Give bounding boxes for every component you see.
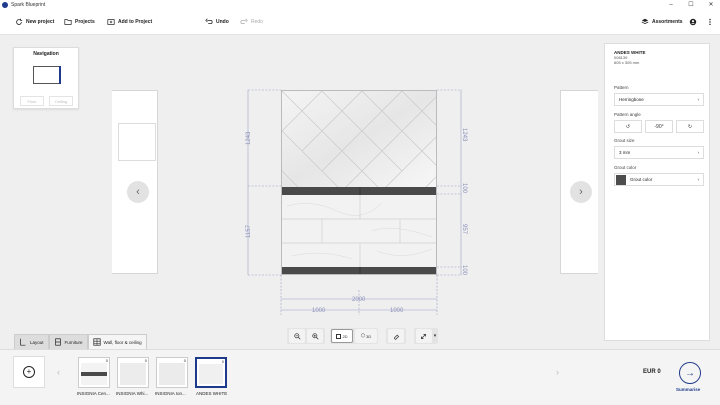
zoom-out-icon [293, 332, 301, 340]
resize-control: ▾ [414, 328, 438, 344]
pattern-select[interactable]: Herringbone › [614, 93, 704, 106]
chevron-right-icon: › [697, 177, 700, 182]
plus-circle-icon: + [23, 366, 35, 378]
summarise-label: Summarise [676, 387, 701, 392]
product-thumbnail-selected[interactable]: 0 [195, 357, 227, 388]
rotate-cw-icon: ↻ [687, 123, 693, 130]
wall-elevation[interactable] [281, 90, 437, 275]
zoom-out-button[interactable] [289, 329, 305, 343]
grid-icon [92, 338, 101, 346]
tab-layout[interactable]: Layout [14, 334, 49, 349]
tab-layout-label: Layout [30, 339, 44, 345]
grout-color-section: Grout color Grout color › [614, 165, 704, 186]
dim-right-band2: 100 [461, 265, 467, 276]
diagonal-arrows-icon [421, 333, 427, 339]
grout-size-label: Grout size [614, 138, 635, 143]
tray-scroll-left-icon[interactable]: ‹ [57, 367, 60, 377]
thumbnail-label: INSIGNIA Ion... [155, 391, 186, 396]
chevron-right-icon: › [697, 97, 700, 102]
dim-left-upper: 1243 [246, 131, 252, 145]
grout-size-section: Grout size 3 mm › [614, 138, 704, 159]
dim-total-width: 2000 [352, 297, 366, 303]
dim-right-band1: 100 [461, 183, 467, 194]
grout-color-label: Grout color [614, 165, 637, 170]
pattern-section: Pattern Herringbone › [614, 85, 704, 106]
add-product-button[interactable]: + [13, 356, 45, 388]
dim-right-mid: 957 [461, 224, 467, 235]
rotate-ccw-icon: ↺ [625, 123, 631, 130]
angle-value: -90° [645, 120, 673, 133]
caret-down-icon[interactable]: ▾ [434, 333, 437, 339]
tab-wall-floor-ceiling[interactable]: Wall, floor & ceiling [87, 334, 147, 349]
thumbnail-label: INSIGNIA Cen... [77, 391, 110, 396]
eraser-icon [393, 334, 399, 340]
mode-tabs: Layout Furniture Wall, floor & ceiling [14, 334, 147, 349]
resize-button[interactable] [415, 329, 432, 343]
total-price: EUR 0 [643, 369, 661, 375]
product-size: 605 x 305 mm [614, 60, 640, 65]
grout-color-select[interactable]: Grout color › [614, 173, 704, 186]
border-band-lower [282, 267, 436, 274]
summarise-button[interactable]: → [679, 362, 701, 384]
tile-layout [282, 91, 436, 274]
tray-scroll-right-icon[interactable]: › [556, 367, 559, 377]
thumbnail-preview [159, 363, 185, 385]
thumbnail-preview [81, 363, 107, 385]
pattern-label: Pattern [614, 85, 629, 90]
pattern-angle-section: Pattern angle ↺ -90° ↻ [614, 112, 704, 133]
dim-half-right: 1000 [390, 308, 404, 314]
dim-left-lower: 1157 [246, 224, 252, 238]
view-2d-label: 2D [342, 333, 348, 339]
view-3d-label: 3D [366, 333, 372, 339]
grout-size-select[interactable]: 3 mm › [614, 146, 704, 159]
tab-wall-label: Wall, floor & ceiling [103, 339, 142, 345]
product-info: ANDES WHITE 008139 605 x 305 mm [614, 50, 704, 65]
eraser-button[interactable] [388, 329, 404, 343]
properties-panel: ANDES WHITE 008139 605 x 305 mm Pattern … [604, 43, 710, 341]
layout-icon [20, 338, 26, 346]
zoom-in-icon [311, 332, 319, 340]
square-icon [336, 333, 342, 339]
view-3d-button[interactable]: ⬡ 3D [355, 329, 377, 343]
pattern-angle-label: Pattern angle [614, 112, 641, 117]
rotate-left-button[interactable]: ↺ [614, 120, 642, 133]
thumbnail-preview [199, 364, 223, 384]
grout-size-value: 3 mm [619, 150, 631, 155]
chevron-right-icon: › [697, 150, 700, 155]
eraser-control [386, 328, 406, 344]
zoom-controls [287, 328, 325, 344]
cube-icon: ⬡ [360, 333, 366, 339]
pattern-value: Herringbone [619, 97, 644, 102]
tab-furniture[interactable]: Furniture [48, 334, 88, 349]
thumbnail-preview [120, 363, 146, 385]
thumbnail-label: ANDES WHITE [196, 391, 228, 396]
arrow-right-icon: → [685, 367, 695, 379]
tab-furniture-label: Furniture [64, 339, 83, 345]
rectangular-tiles [282, 195, 436, 267]
dim-right-upper: 1243 [461, 128, 467, 142]
rotate-right-button[interactable]: ↻ [676, 120, 704, 133]
view-2d-button[interactable]: 2D [331, 329, 353, 343]
border-band-upper [282, 187, 436, 195]
thumbnail-label: INSIGNIA Whi... [116, 391, 149, 396]
product-thumbnail[interactable]: 0 [156, 357, 188, 388]
product-thumbnail[interactable]: 0 [117, 357, 149, 388]
grout-color-value: Grout color [630, 177, 653, 182]
grout-color-swatch [616, 174, 626, 185]
dim-half-left: 1000 [312, 308, 326, 314]
product-thumbnail[interactable]: 0 [78, 357, 110, 388]
furniture-icon [54, 338, 61, 346]
zoom-in-button[interactable] [307, 329, 323, 343]
view-mode-toggle: 2D ⬡ 3D [330, 328, 378, 344]
